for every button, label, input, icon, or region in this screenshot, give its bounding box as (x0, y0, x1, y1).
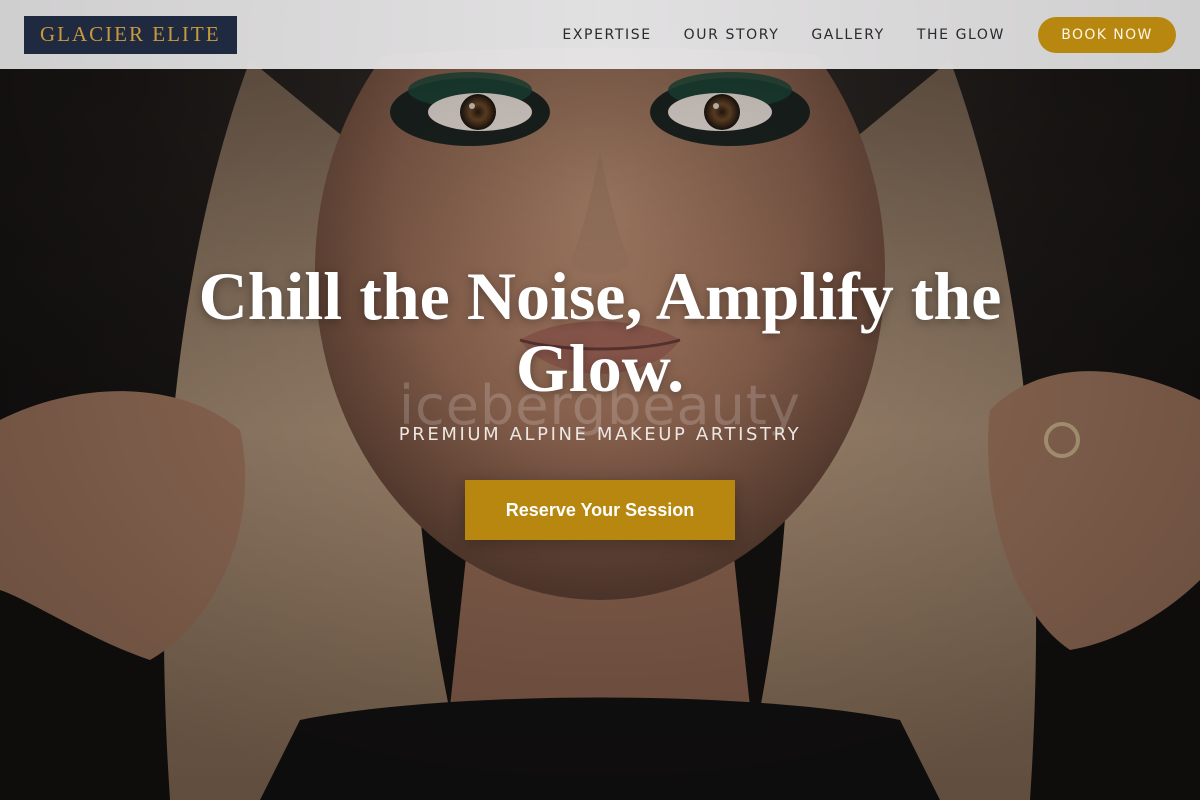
nav-item-our-story[interactable]: OUR STORY (684, 27, 780, 43)
nav-item-expertise[interactable]: EXPERTISE (562, 27, 651, 43)
nav-item-the-glow[interactable]: THE GLOW (917, 27, 1005, 43)
nav-item-gallery[interactable]: GALLERY (811, 27, 884, 43)
reserve-session-button[interactable]: Reserve Your Session (465, 480, 735, 540)
brand-logo[interactable]: GLACIER ELITE (24, 15, 237, 54)
main-nav: EXPERTISE OUR STORY GALLERY THE GLOW (562, 27, 1005, 43)
hero-subtitle: PREMIUM ALPINE MAKEUP ARTISTRY (398, 424, 802, 445)
book-now-button[interactable]: BOOK NOW (1038, 16, 1176, 53)
hero-title: Chill the Noise, Amplify the Glow. (150, 260, 1050, 404)
hero-title-line-2: Glow. (515, 330, 685, 406)
site-header: GLACIER ELITE EXPERTISE OUR STORY GALLER… (0, 0, 1200, 69)
hero-title-line-1: Chill the Noise, Amplify the (198, 258, 1002, 334)
